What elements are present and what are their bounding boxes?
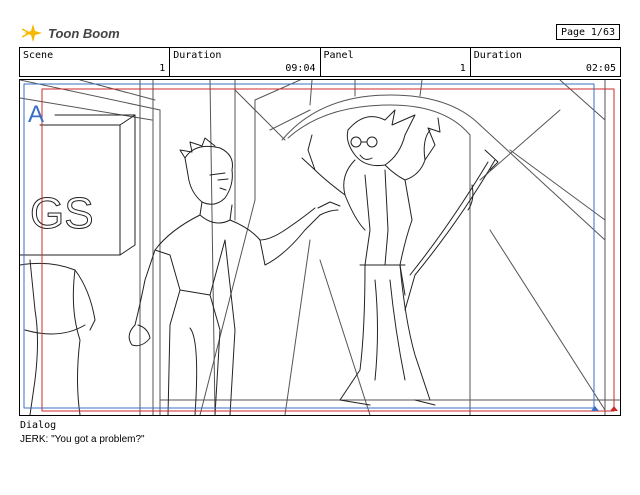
- page-number: 1/63: [590, 26, 615, 38]
- scene-duration-value: 09:04: [285, 63, 316, 74]
- page-indicator: Page 1/63: [556, 24, 620, 40]
- scene-cell: Scene 1: [20, 48, 171, 76]
- panel-cell: Panel 1: [321, 48, 471, 76]
- tall-figure: [301, 109, 441, 406]
- scene-duration-cell: Duration 09:04: [170, 48, 321, 76]
- panel-label: Panel: [323, 50, 354, 61]
- sign-lettering: GS: [30, 189, 94, 238]
- scene-duration-label: Duration: [173, 50, 222, 61]
- info-header: Scene 1 Duration 09:04 Panel 1 Duration …: [19, 47, 621, 77]
- red-corner-marker: [610, 406, 618, 411]
- panel-duration-label: Duration: [473, 50, 522, 61]
- panel-value: 1: [459, 63, 466, 74]
- toon-boom-logo: Toon Boom: [22, 22, 120, 44]
- left-edge-figure: [20, 259, 96, 415]
- bow-staff: [404, 149, 499, 311]
- storyboard-panel: GS A: [19, 79, 621, 416]
- scene-value: 1: [159, 63, 166, 74]
- page-label: Page: [561, 26, 586, 38]
- dialog-label: Dialog: [20, 420, 57, 431]
- toon-boom-star-icon: [22, 24, 42, 42]
- scene-label: Scene: [23, 50, 54, 61]
- panel-duration-cell: Duration 02:05: [471, 48, 620, 76]
- panel-duration-value: 02:05: [585, 63, 616, 74]
- dialog-text: JERK: "You got a problem?": [20, 434, 145, 445]
- panel-sketch: GS A: [20, 80, 620, 415]
- panel-marker-letter: A: [28, 101, 44, 128]
- logo-text: Toon Boom: [48, 25, 120, 41]
- background-architecture: [20, 80, 620, 415]
